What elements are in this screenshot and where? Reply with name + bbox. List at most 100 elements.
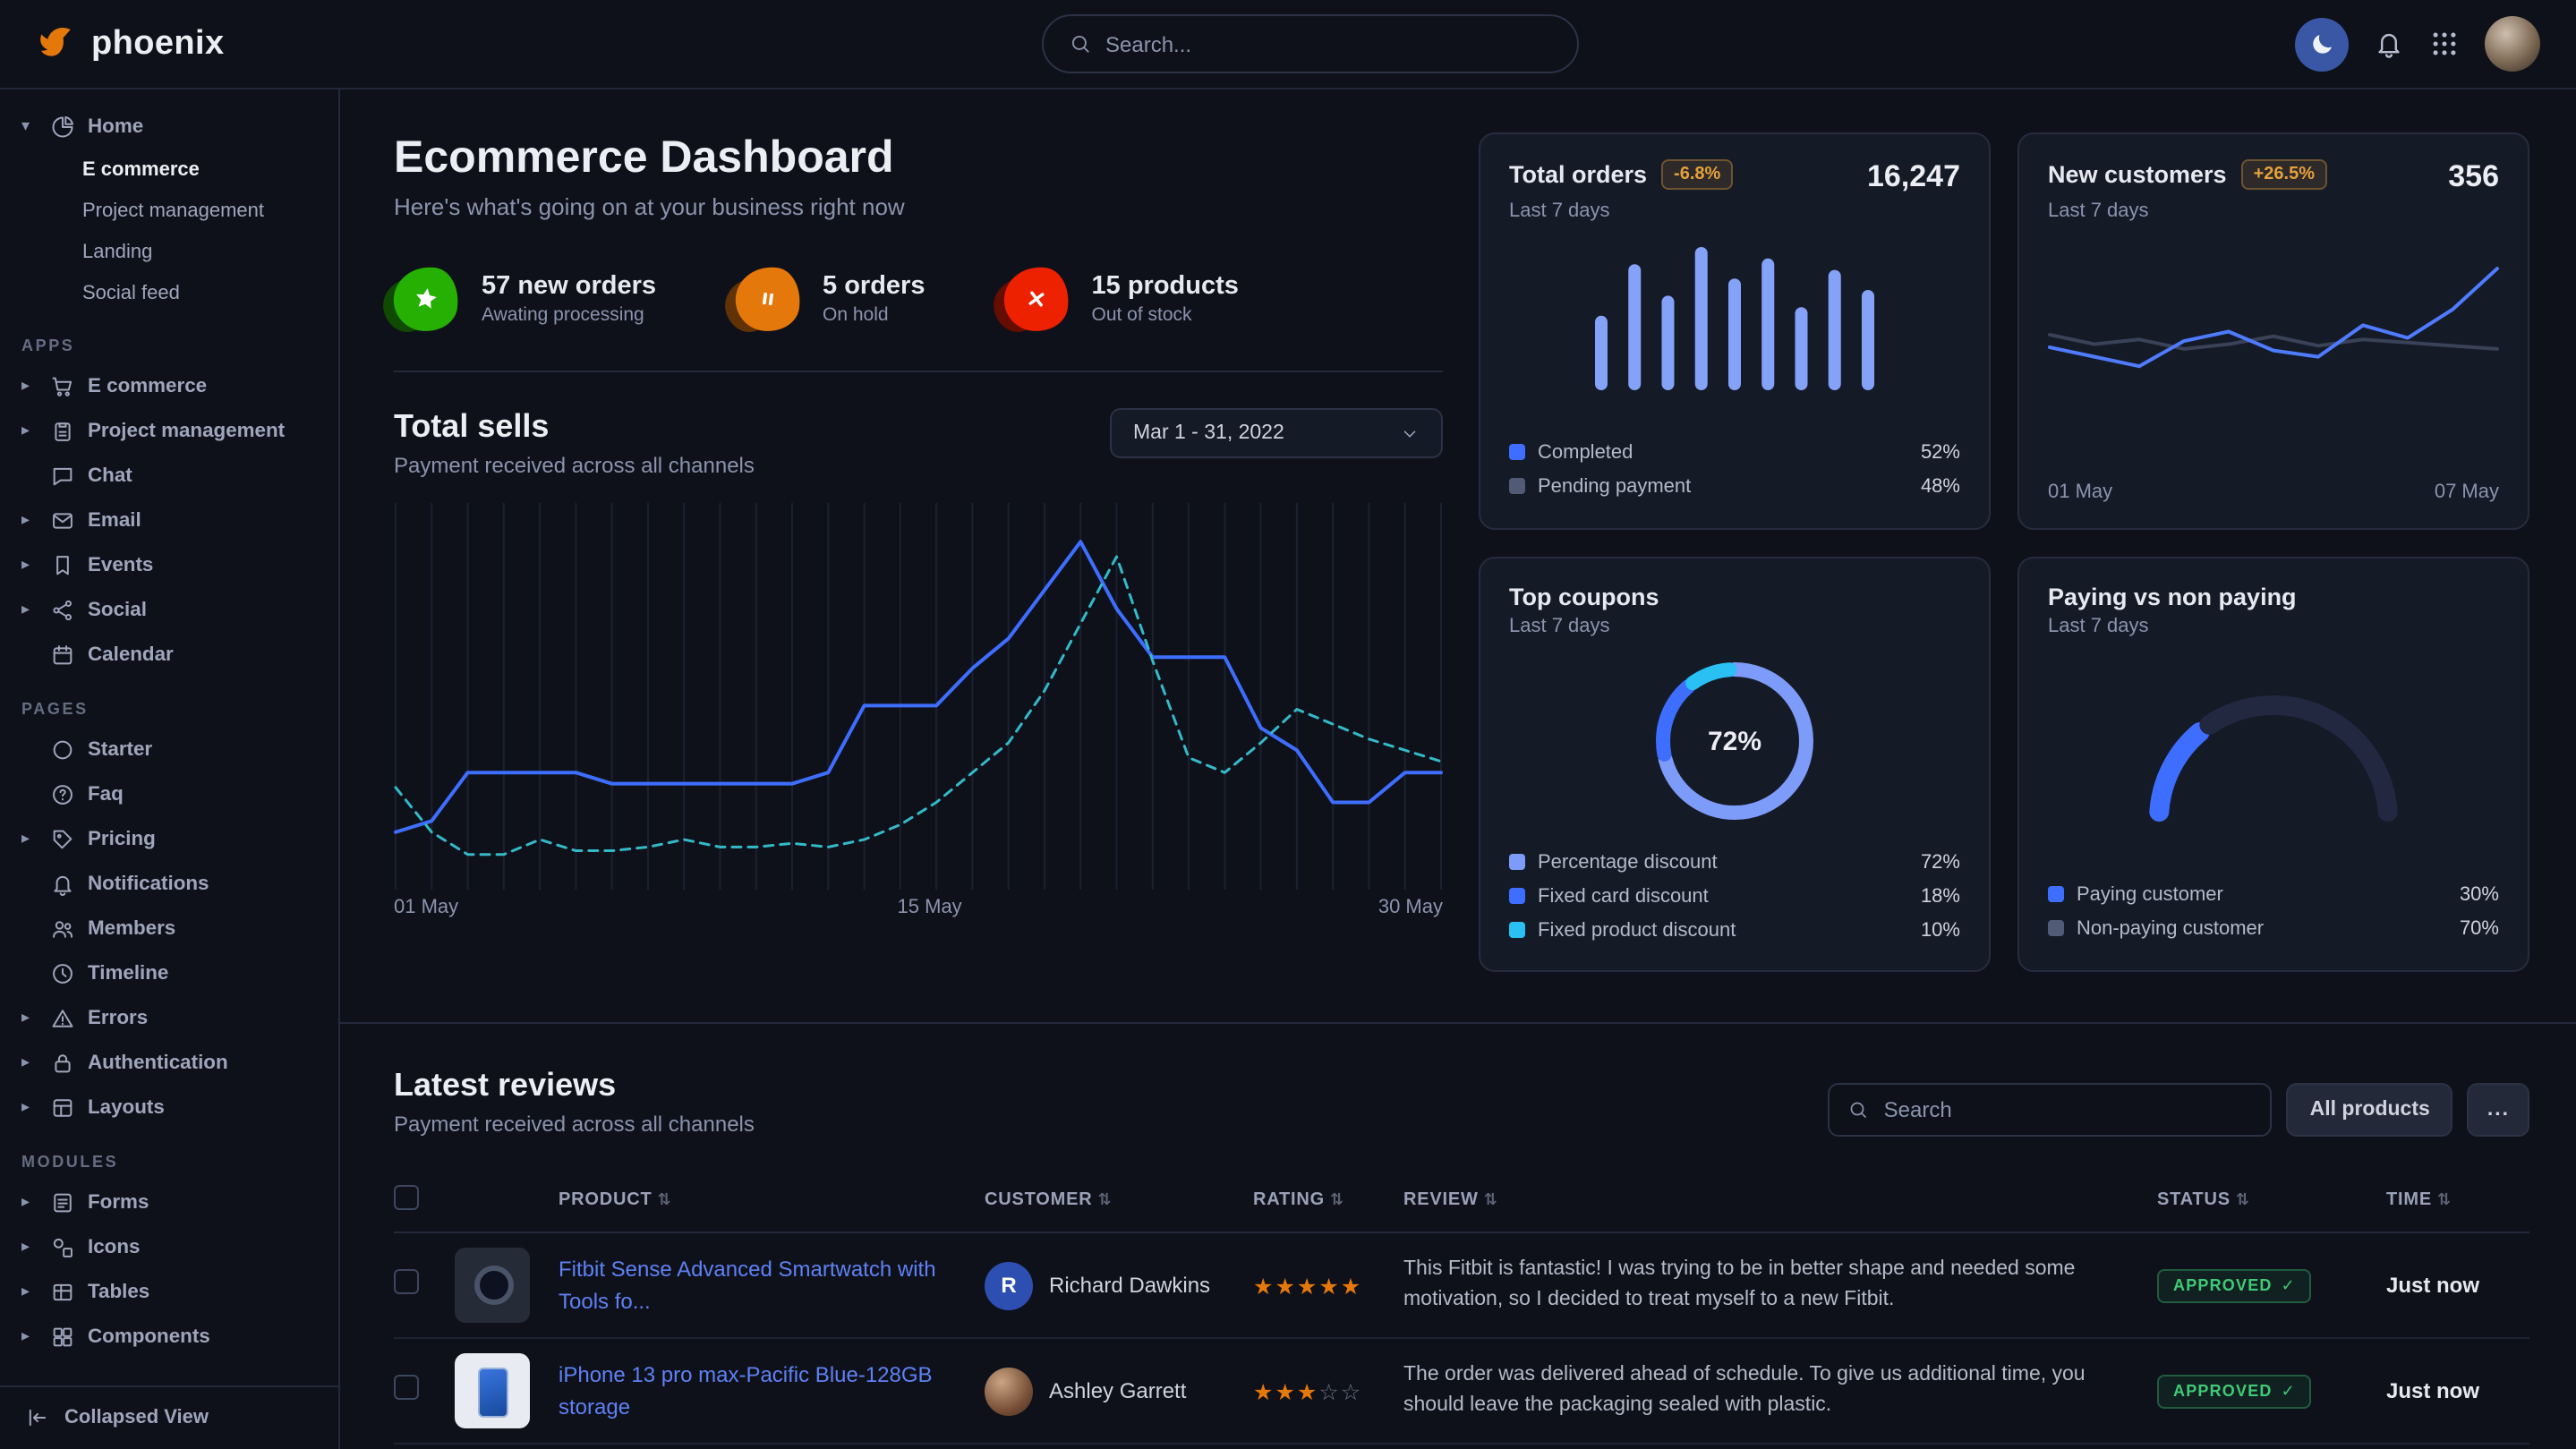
- sidebar-item-chat[interactable]: ▸ Chat: [0, 453, 338, 498]
- column-header-review[interactable]: REVIEW⇅: [1403, 1190, 2157, 1210]
- column-header-rating[interactable]: RATING⇅: [1253, 1190, 1403, 1210]
- column-header-status[interactable]: STATUS⇅: [2157, 1190, 2386, 1210]
- new-customers-card: New customers +26.5% 356 Last 7 days 01 …: [2017, 132, 2529, 530]
- page-title: Ecommerce Dashboard: [394, 132, 1443, 184]
- legend-swatch: [1509, 888, 1525, 904]
- new-customers-x-axis: 01 May 07 May: [2048, 482, 2499, 503]
- collapse-sidebar-button[interactable]: Collapsed View: [0, 1385, 338, 1449]
- stat-icon: [735, 267, 799, 331]
- sidebar-subitem-social-feed[interactable]: Social feed: [0, 272, 338, 313]
- order-stats: 57 new orders Awating processing 5 order…: [394, 267, 1443, 331]
- customer-cell: R Richard Dawkins: [985, 1261, 1253, 1309]
- sidebar-subitem-landing[interactable]: Landing: [0, 231, 338, 272]
- select-all-checkbox[interactable]: [394, 1185, 419, 1210]
- caret-right-icon: ▸: [21, 376, 38, 396]
- collapse-icon: [25, 1405, 50, 1430]
- sidebar-item-layouts[interactable]: ▸ Layouts: [0, 1085, 338, 1129]
- apps-nav: ▸ E commerce ▸ Project management ▸ Cha: [0, 363, 338, 677]
- sidebar-item-icon: [50, 463, 75, 488]
- sidebar-item-tables[interactable]: ▸ Tables: [0, 1269, 338, 1314]
- sidebar-item-events[interactable]: ▸ Events: [0, 542, 338, 587]
- caret-right-icon: ▸: [21, 421, 38, 440]
- sidebar-item-icon: [50, 418, 75, 443]
- caret-right-icon: ▸: [21, 1097, 38, 1117]
- row-checkbox[interactable]: [394, 1374, 419, 1399]
- all-products-filter-button[interactable]: All products: [2287, 1083, 2453, 1137]
- product-link[interactable]: iPhone 13 pro max-Pacific Blue-128GB sto…: [559, 1362, 933, 1419]
- review-time: Just now: [2386, 1273, 2529, 1298]
- donut-center-label: 72%: [1649, 655, 1821, 827]
- caret-right-icon: ▸: [21, 1237, 38, 1257]
- sidebar-item-icon: [50, 1324, 75, 1349]
- sidebar-item-starter[interactable]: ▸ Starter: [0, 727, 338, 771]
- column-header-customer[interactable]: CUSTOMER⇅: [985, 1190, 1253, 1210]
- more-options-button[interactable]: ...: [2468, 1083, 2529, 1137]
- apps-grid-button[interactable]: [2429, 29, 2460, 59]
- sidebar-item-e-commerce[interactable]: ▸ E commerce: [0, 363, 338, 408]
- review-text: The order was delivered ahead of schedul…: [1403, 1361, 2157, 1421]
- phoenix-dashboard: phoenix ▾ Home E commerce: [0, 0, 2576, 1449]
- theme-toggle-button[interactable]: [2295, 17, 2349, 71]
- sidebar-item-icon: [50, 916, 75, 941]
- topbar-actions: [2295, 16, 2576, 72]
- sidebar-item-forms[interactable]: ▸ Forms: [0, 1180, 338, 1224]
- user-avatar[interactable]: [2485, 16, 2540, 72]
- legend-row: Completed 52%: [1509, 435, 1960, 469]
- row-checkbox[interactable]: [394, 1268, 419, 1293]
- caret-right-icon: ▸: [21, 600, 38, 619]
- sidebar: ▾ Home E commerce Project management Lan…: [0, 89, 340, 1449]
- legend-swatch: [1509, 478, 1525, 494]
- sidebar-item-icon: [50, 737, 75, 762]
- sidebar-item-errors[interactable]: ▸ Errors: [0, 995, 338, 1040]
- caret-right-icon: ▸: [21, 1192, 38, 1212]
- sidebar-item-pricing[interactable]: ▸ Pricing: [0, 816, 338, 861]
- sidebar-item-calendar[interactable]: ▸ Calendar: [0, 632, 338, 677]
- sidebar-item-icons[interactable]: ▸ Icons: [0, 1224, 338, 1269]
- reviews-title: Latest reviews: [394, 1067, 755, 1104]
- sidebar-item-icon: [50, 552, 75, 577]
- sidebar-item-notifications[interactable]: ▸ Notifications: [0, 861, 338, 906]
- total-orders-card: Total orders -6.8% 16,247 Last 7 days Co…: [1479, 132, 1991, 530]
- sidebar-item-authentication[interactable]: ▸ Authentication: [0, 1040, 338, 1085]
- sidebar-item-members[interactable]: ▸ Members: [0, 906, 338, 950]
- sidebar-item-faq[interactable]: ▸ Faq: [0, 771, 338, 816]
- sidebar-item-email[interactable]: ▸ Email: [0, 498, 338, 542]
- legend-row: Fixed product discount 10%: [1509, 913, 1960, 947]
- latest-reviews-section: Latest reviews Payment received across a…: [394, 1024, 2529, 1449]
- reviews-search-input[interactable]: [1884, 1097, 2253, 1122]
- column-header-product[interactable]: PRODUCT⇅: [559, 1190, 985, 1210]
- sidebar-item-project-management[interactable]: ▸ Project management: [0, 408, 338, 453]
- brand-name: phoenix: [91, 24, 225, 64]
- legend-row: Paying customer 30%: [2048, 877, 2499, 911]
- sort-icon: ⇅: [1330, 1190, 1344, 1208]
- product-link[interactable]: Fitbit Sense Advanced Smartwatch with To…: [559, 1257, 936, 1314]
- sidebar-item-icon: [50, 960, 75, 985]
- sidebar-subitem-project-management[interactable]: Project management: [0, 190, 338, 231]
- pages-nav: ▸ Starter ▸ Faq ▸ Pricing: [0, 727, 338, 1129]
- stat-item: 5 orders On hold: [735, 267, 925, 331]
- total-sells-x-axis: 01 May 15 May 30 May: [394, 897, 1443, 929]
- column-header-time[interactable]: TIME⇅: [2386, 1190, 2529, 1210]
- total-sells-title: Total sells: [394, 408, 755, 446]
- sidebar-item-components[interactable]: ▸ Components: [0, 1314, 338, 1359]
- sidebar-item-home[interactable]: ▾ Home: [0, 104, 338, 149]
- notifications-button[interactable]: [2374, 29, 2404, 59]
- sort-icon: ⇅: [2437, 1190, 2452, 1208]
- sidebar-section-apps: APPS: [21, 337, 338, 354]
- modules-nav: ▸ Forms ▸ Icons ▸ Tables: [0, 1180, 338, 1359]
- brand[interactable]: phoenix: [0, 21, 340, 66]
- sidebar-subitem-e-commerce[interactable]: E commerce: [0, 149, 338, 190]
- sidebar-item-social[interactable]: ▸ Social: [0, 587, 338, 632]
- reviews-table: PRODUCT⇅ CUSTOMER⇅ RATING⇅ REVIEW⇅ STATU…: [394, 1169, 2529, 1449]
- reviews-subtitle: Payment received across all channels: [394, 1112, 755, 1137]
- legend-row: Pending payment 48%: [1509, 469, 1960, 503]
- global-search-input[interactable]: [1105, 31, 1551, 56]
- sidebar-item-icon: [50, 1095, 75, 1120]
- caret-down-icon: ▾: [21, 116, 38, 136]
- sidebar-item-timeline[interactable]: ▸ Timeline: [0, 950, 338, 995]
- reviews-table-header: PRODUCT⇅ CUSTOMER⇅ RATING⇅ REVIEW⇅ STATU…: [394, 1169, 2529, 1233]
- sidebar-section-modules: MODULES: [21, 1153, 338, 1171]
- sidebar-item-icon: [50, 1005, 75, 1030]
- stat-cards: Total orders -6.8% 16,247 Last 7 days Co…: [1479, 132, 2529, 972]
- date-range-select[interactable]: Mar 1 - 31, 2022: [1110, 408, 1443, 458]
